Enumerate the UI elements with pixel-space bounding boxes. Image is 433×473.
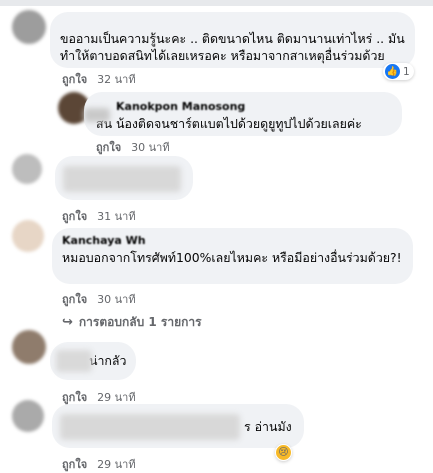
comment-bubble[interactable]: ร อ่านมัง [52, 404, 304, 448]
timestamp[interactable]: 32 นาที [97, 70, 135, 88]
comment-bubble[interactable] [55, 156, 193, 200]
reaction-count[interactable]: 😢 [275, 444, 292, 461]
blurred-content [56, 350, 92, 372]
view-replies-link[interactable]: ↪ การตอบกลับ 1 รายการ [62, 313, 202, 332]
comment-text: น่ากลัว [89, 353, 127, 368]
avatar[interactable] [12, 400, 44, 432]
avatar[interactable] [12, 220, 44, 252]
blurred-content [63, 166, 181, 192]
sad-icon: 😢 [276, 445, 291, 460]
like-button[interactable]: ถูกใจ [62, 455, 87, 473]
reply-arrow-icon: ↪ [62, 315, 73, 330]
comment-bubble[interactable]: Kanokpon Manosong สน น้องติดจนชาร์ตแบตไป… [84, 92, 402, 136]
blurred-overlay [84, 108, 110, 122]
reaction-count[interactable]: 👍 1 [383, 63, 414, 80]
comment-actions: ถูกใจ 32 นาที [62, 70, 136, 88]
like-button[interactable]: ถูกใจ [62, 207, 87, 225]
timestamp[interactable]: 29 นาที [97, 455, 135, 473]
comment-actions: ถูกใจ 29 นาที [62, 455, 136, 473]
comment-bubble[interactable]: ขออามเป็นความรู้นะคะ .. ติดขนาดไหน ติดมา… [50, 12, 415, 68]
top-divider [0, 0, 433, 6]
timestamp[interactable]: 30 นาที [97, 290, 135, 308]
comment-text: สน น้องติดจนชาร์ตแบตไปด้วยดูยูทูปไปด้วยเ… [96, 116, 362, 131]
like-button[interactable]: ถูกใจ [62, 70, 87, 88]
timestamp[interactable]: 31 นาที [97, 207, 135, 225]
commenter-name[interactable]: Kanchaya Wh [62, 232, 403, 249]
like-button[interactable]: ถูกใจ [96, 138, 121, 156]
blurred-content [60, 414, 240, 440]
comment-text: หมอบอกจากโทรศัพท์100%เลยไหมคะ หรือมีอย่า… [62, 250, 402, 265]
comment-bubble[interactable]: Kanchaya Wh หมอบอกจากโทรศัพท์100%เลยไหมค… [52, 228, 413, 284]
like-button[interactable]: ถูกใจ [62, 290, 87, 308]
comment-text: ร อ่านมัง [244, 419, 292, 434]
comment-actions: ถูกใจ 30 นาที [62, 290, 136, 308]
comment-text: ขออามเป็นความรู้นะคะ .. ติดขนาดไหน ติดมา… [60, 31, 405, 63]
comment-actions: ถูกใจ 30 นาที [96, 138, 170, 156]
avatar[interactable] [12, 154, 42, 184]
avatar[interactable] [12, 330, 46, 364]
comment-actions: ถูกใจ 31 นาที [62, 207, 136, 225]
like-icon: 👍 [385, 64, 400, 79]
commenter-name[interactable]: Kanokpon Manosong [116, 98, 392, 115]
avatar[interactable] [12, 10, 46, 44]
comment-bubble[interactable]: น่ากลัว [50, 342, 136, 380]
timestamp[interactable]: 30 นาที [131, 138, 169, 156]
